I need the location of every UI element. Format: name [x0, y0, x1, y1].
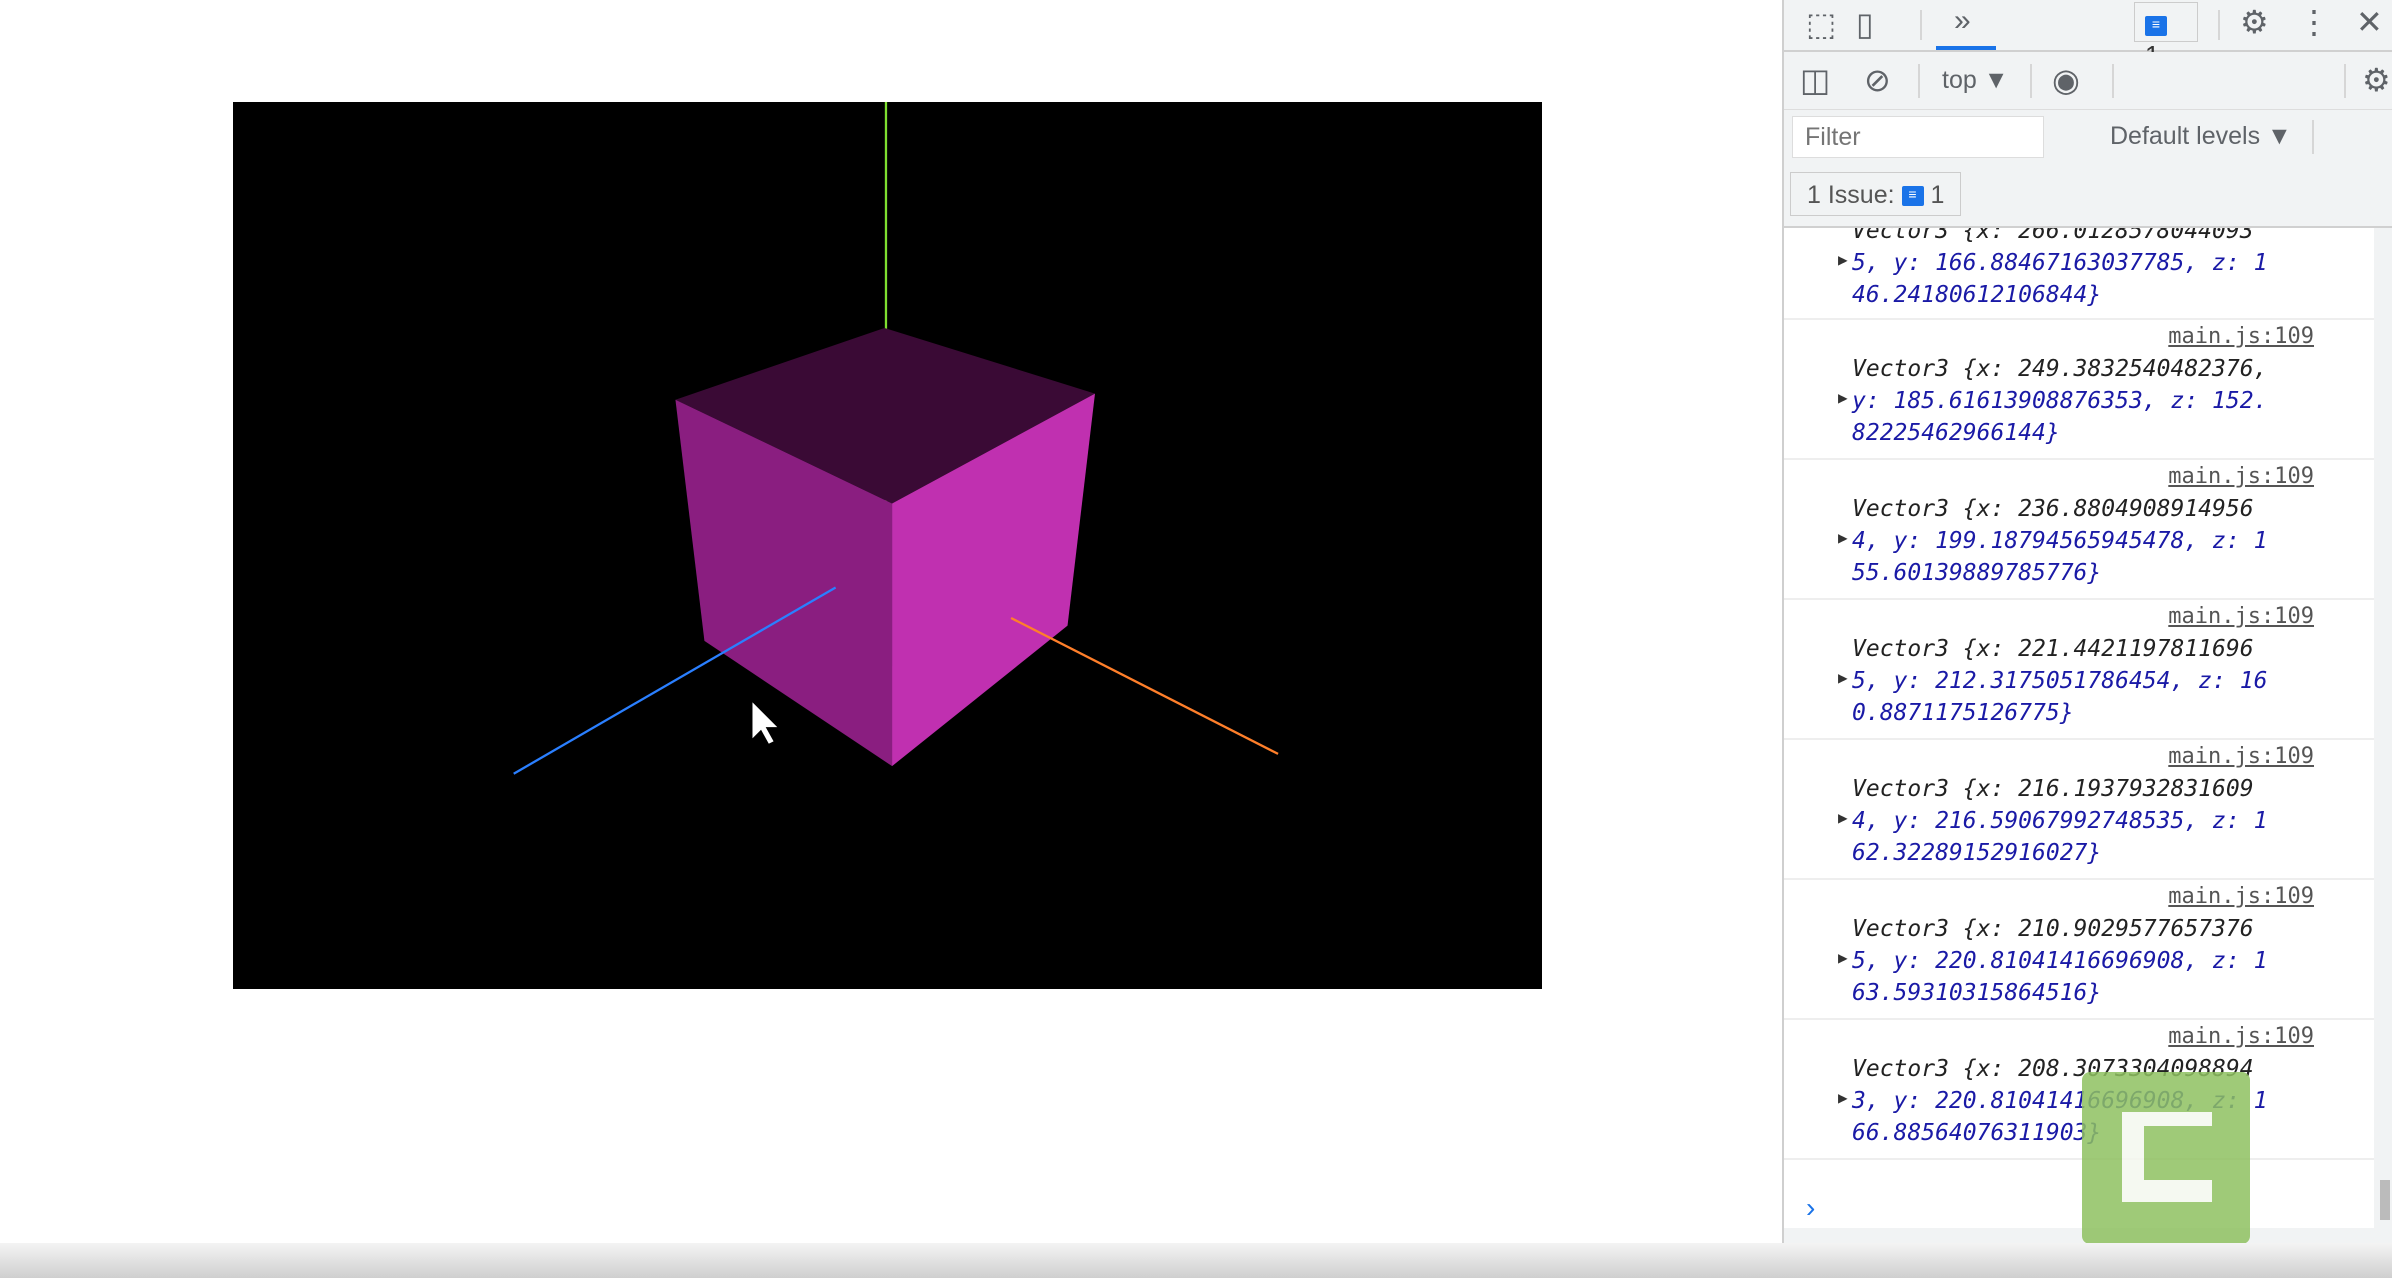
log-line-2: 5, y: 166.88467163037785, z: 1	[1852, 250, 2268, 276]
expand-triangle-icon[interactable]: ▶	[1838, 668, 1848, 687]
log-line-2: 4, y: 199.18794565945478, z: 1	[1852, 528, 2268, 554]
console-settings-gear-icon[interactable]: ⚙	[2362, 64, 2391, 96]
log-line-3: 62.32289152916027}	[1852, 840, 2102, 866]
inspect-element-icon[interactable]: ⬚	[1806, 8, 1836, 40]
clear-console-icon[interactable]: ⊘	[1864, 64, 1891, 96]
more-tabs-button[interactable]: »	[1954, 6, 1971, 36]
mouse-cursor-icon	[750, 698, 782, 746]
issues-counter-button[interactable]: ≡ 1	[2134, 2, 2198, 70]
log-line-1: Vector3 {x: 236.8804908914956	[1852, 496, 2254, 522]
more-options-icon[interactable]: ⋮	[2298, 6, 2330, 38]
devtools-toolbar: ⬚ ▯ » ≡ 1 ⚙ ⋮ ✕	[1784, 0, 2392, 70]
device-toolbar-icon[interactable]: ▯	[1856, 8, 1874, 40]
console-prompt[interactable]: ›	[1806, 1192, 1815, 1224]
log-line-3: 82225462966144}	[1852, 420, 2060, 446]
source-link[interactable]: main.js:109	[2168, 324, 2314, 349]
console-toolbar: ◫ ⊘ top ▼ ◉ ⚙	[1784, 52, 2392, 110]
expand-triangle-icon[interactable]: ▶	[1838, 808, 1848, 827]
log-entry[interactable]: main.js:109 ▶ Vector3 {x: 208.3073304098…	[1784, 1020, 2374, 1160]
active-tab-indicator	[1936, 46, 1996, 50]
log-line-2: y: 185.61613908876353, z: 152.	[1852, 388, 2268, 414]
source-link[interactable]: main.js:109	[2168, 884, 2314, 909]
filter-input[interactable]	[1792, 116, 2044, 158]
close-icon[interactable]: ✕	[2356, 6, 2383, 38]
log-line-1: Vector3 {x: 249.3832540482376,	[1852, 356, 2268, 382]
web-page	[0, 0, 1782, 1243]
scene-render	[513, 102, 1279, 775]
camtasia-watermark-logo	[2082, 1072, 2250, 1244]
log-line-1: Vector3 {x: 210.9029577657376	[1852, 916, 2254, 942]
log-entry[interactable]: main.js:109 ▶ Vector3 {x: 249.3832540482…	[1784, 320, 2374, 460]
issues-bar: 1 Issue: ≡ 1	[1784, 168, 2392, 228]
log-entry[interactable]: main.js:109 ▶ Vector3 {x: 216.1937932831…	[1784, 740, 2374, 880]
message-icon: ≡	[1901, 186, 1924, 207]
expand-triangle-icon[interactable]: ▶	[1838, 1088, 1848, 1107]
log-line-2: 5, y: 212.3175051786454, z: 16	[1852, 668, 2268, 694]
log-line-3: 0.8871175126775}	[1852, 700, 2074, 726]
log-line-2: 4, y: 216.59067992748535, z: 1	[1852, 808, 2268, 834]
live-expression-eye-icon[interactable]: ◉	[2052, 64, 2080, 96]
console-log[interactable]: ▶ Vector3 {x: 266.0128578044093 5, y: 16…	[1784, 228, 2374, 1228]
log-entry[interactable]: main.js:109 ▶ Vector3 {x: 221.4421197811…	[1784, 600, 2374, 740]
log-line-1: Vector3 {x: 266.0128578044093	[1852, 228, 2254, 244]
expand-triangle-icon[interactable]: ▶	[1838, 250, 1848, 269]
expand-triangle-icon[interactable]: ▶	[1838, 948, 1848, 967]
log-entry[interactable]: ▶ Vector3 {x: 266.0128578044093 5, y: 16…	[1784, 228, 2374, 320]
source-link[interactable]: main.js:109	[2168, 604, 2314, 629]
sidebar-toggle-icon[interactable]: ◫	[1800, 64, 1830, 96]
video-player-bar	[0, 1243, 2392, 1278]
source-link[interactable]: main.js:109	[2168, 1024, 2314, 1049]
log-line-3: 63.59310315864516}	[1852, 980, 2102, 1006]
source-link[interactable]: main.js:109	[2168, 464, 2314, 489]
log-entry[interactable]: main.js:109 ▶ Vector3 {x: 236.8804908914…	[1784, 460, 2374, 600]
issues-link[interactable]: 1 Issue: ≡ 1	[1790, 172, 1962, 216]
console-scrollbar[interactable]	[2380, 1180, 2390, 1220]
expand-triangle-icon[interactable]: ▶	[1838, 388, 1848, 407]
context-selector[interactable]: top ▼	[1942, 66, 2008, 95]
source-link[interactable]: main.js:109	[2168, 744, 2314, 769]
log-line-1: Vector3 {x: 221.4421197811696	[1852, 636, 2254, 662]
expand-triangle-icon[interactable]: ▶	[1838, 528, 1848, 547]
x-axis	[1010, 616, 1279, 755]
log-line-3: 66.88564076311903}	[1852, 1120, 2102, 1146]
settings-gear-icon[interactable]: ⚙	[2240, 6, 2269, 38]
log-line-3: 55.60139889785776}	[1852, 560, 2102, 586]
log-entry[interactable]: main.js:109 ▶ Vector3 {x: 210.9029577657…	[1784, 880, 2374, 1020]
log-levels-dropdown[interactable]: Default levels ▼	[2110, 122, 2292, 151]
message-icon: ≡	[2145, 16, 2167, 37]
threejs-canvas[interactable]	[233, 102, 1542, 989]
log-line-1: Vector3 {x: 216.1937932831609	[1852, 776, 2254, 802]
log-line-2: 5, y: 220.81041416696908, z: 1	[1852, 948, 2268, 974]
log-line-3: 46.24180612106844}	[1852, 282, 2102, 308]
